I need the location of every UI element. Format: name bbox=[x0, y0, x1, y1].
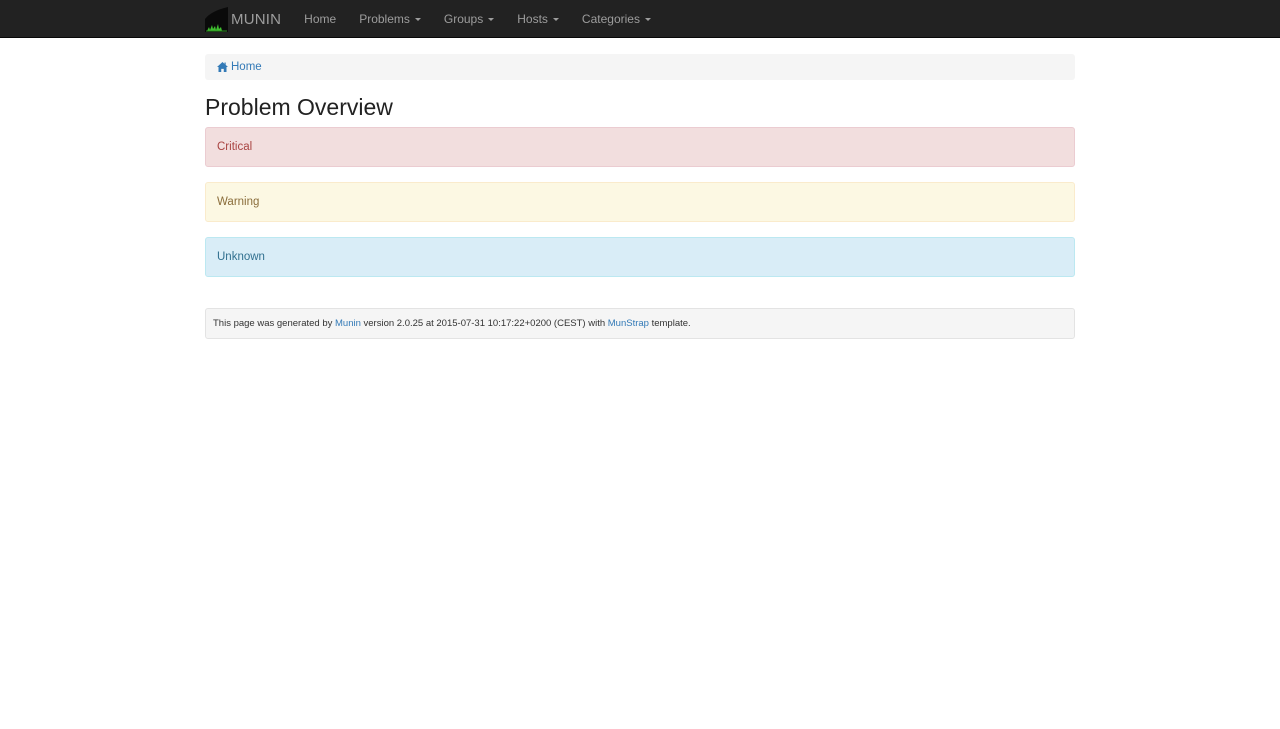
breadcrumb-home-label: Home bbox=[231, 61, 262, 73]
footer-prefix: This page was generated by bbox=[213, 318, 335, 329]
unknown-alert: Unknown bbox=[205, 237, 1075, 277]
munstrap-link[interactable]: MunStrap bbox=[608, 318, 649, 329]
brand-link[interactable]: MUNIN bbox=[205, 0, 281, 38]
nav-hosts-dropdown[interactable]: Hosts bbox=[517, 12, 559, 26]
critical-label: Critical bbox=[217, 141, 253, 153]
page-footer: This page was generated by Munin version… bbox=[205, 308, 1075, 339]
nav-categories-dropdown[interactable]: Categories bbox=[582, 12, 651, 26]
footer-middle: version 2.0.25 at 2015-07-31 10:17:22+02… bbox=[360, 318, 608, 329]
breadcrumb-home-link[interactable]: Home bbox=[217, 61, 262, 73]
caret-down-icon bbox=[644, 18, 651, 21]
nav-home[interactable]: Home bbox=[304, 12, 336, 26]
main-container: Home Problem Overview Critical Warning U… bbox=[205, 54, 1075, 339]
navbar-menu: Home Problems Groups Hosts Categories bbox=[304, 12, 674, 26]
nav-problems-label: Problems bbox=[359, 12, 410, 26]
nav-hosts-label: Hosts bbox=[517, 12, 548, 26]
page-title: Problem Overview bbox=[205, 94, 393, 120]
breadcrumb: Home bbox=[205, 54, 1075, 80]
nav-problems-dropdown[interactable]: Problems bbox=[359, 12, 421, 26]
critical-alert: Critical bbox=[205, 127, 1075, 167]
footer-suffix: template. bbox=[648, 318, 691, 329]
caret-down-icon bbox=[488, 18, 495, 21]
warning-alert: Warning bbox=[205, 182, 1075, 222]
nav-groups-dropdown[interactable]: Groups bbox=[443, 12, 495, 26]
top-navbar: MUNIN Home Problems Groups Hosts Categor… bbox=[0, 0, 1280, 38]
unknown-label: Unknown bbox=[217, 251, 265, 263]
home-icon bbox=[217, 62, 228, 72]
caret-down-icon bbox=[414, 18, 421, 21]
nav-groups-label: Groups bbox=[443, 12, 484, 26]
navbar-inner: MUNIN Home Problems Groups Hosts Categor… bbox=[205, 0, 674, 38]
caret-down-icon bbox=[552, 18, 559, 21]
warning-label: Warning bbox=[217, 196, 260, 208]
brand-text: MUNIN bbox=[231, 10, 282, 28]
nav-categories-label: Categories bbox=[581, 12, 640, 26]
nav-home-label: Home bbox=[304, 12, 337, 26]
munin-logo-icon bbox=[205, 6, 228, 32]
munin-link[interactable]: Munin bbox=[335, 318, 361, 329]
